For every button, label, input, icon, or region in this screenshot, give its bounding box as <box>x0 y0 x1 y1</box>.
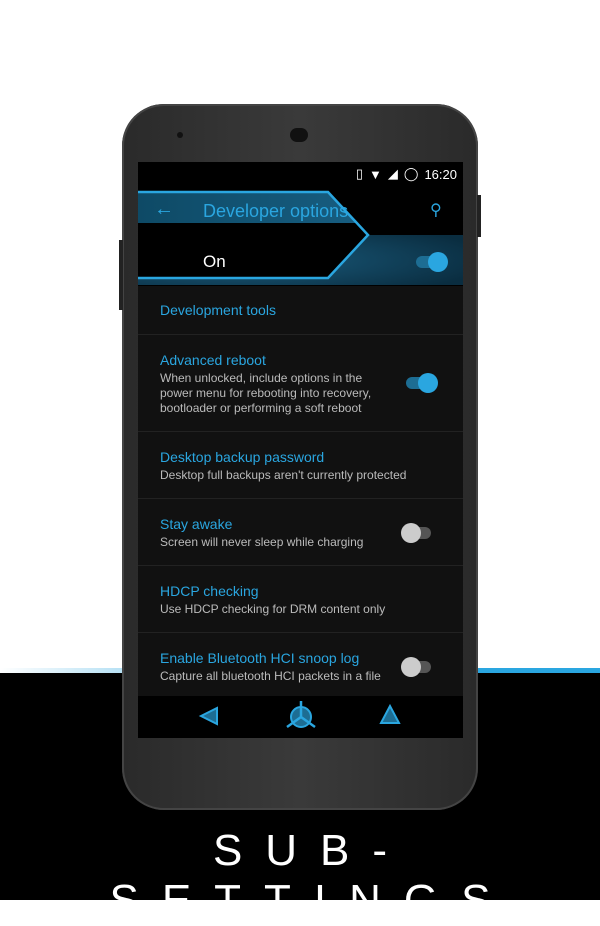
wifi-icon: ▼ <box>369 166 382 182</box>
signal-icon: ◢ <box>387 166 398 181</box>
status-bar: ▯ ▼ ◢ ◯ 16:20 <box>138 162 463 186</box>
list-item[interactable]: Stay awake Screen will never sleep while… <box>138 499 463 566</box>
vibrate-icon: ▯ <box>355 166 364 181</box>
power-button <box>477 195 481 237</box>
item-summary: When unlocked, include options in the po… <box>160 371 372 415</box>
item-summary: Use HDCP checking for DRM content only <box>160 602 386 616</box>
item-summary: Desktop full backups aren't currently pr… <box>160 468 407 482</box>
settings-list: Development tools Advanced reboot When u… <box>138 286 463 700</box>
search-icon[interactable]: ⚲ <box>430 200 442 220</box>
battery-icon: ◯ <box>403 166 419 181</box>
volume-button <box>119 240 123 310</box>
nav-home-icon[interactable] <box>286 701 316 729</box>
item-title: HDCP checking <box>160 583 259 599</box>
item-summary: Screen will never sleep while charging <box>160 535 364 549</box>
item-title: Advanced reboot <box>160 352 266 368</box>
list-item[interactable]: Enable Bluetooth HCI snoop log Capture a… <box>138 633 463 700</box>
stay-awake-switch[interactable] <box>401 523 431 543</box>
item-title: Development tools <box>160 302 276 318</box>
bt-snoop-switch[interactable] <box>401 657 431 677</box>
list-item[interactable]: Desktop backup password Desktop full bac… <box>138 432 463 499</box>
page-title: Developer options <box>203 201 349 221</box>
master-switch-label: On <box>203 252 226 271</box>
speaker <box>290 128 308 142</box>
advanced-reboot-switch[interactable] <box>406 373 438 393</box>
item-title: Desktop backup password <box>160 449 325 465</box>
camera <box>177 132 183 138</box>
list-item[interactable]: Development tools <box>138 286 463 335</box>
navigation-bar <box>138 696 463 738</box>
master-switch[interactable] <box>416 252 448 272</box>
item-title: Enable Bluetooth HCI snoop log <box>160 650 360 666</box>
screen: ▯ ▼ ◢ ◯ 16:20 ← Developer options ⚲ On D… <box>138 162 463 738</box>
app-bar: ← Developer options ⚲ On <box>138 186 463 286</box>
caption: SUB-SETTINGS <box>109 826 514 925</box>
list-item[interactable]: Advanced reboot When unlocked, include o… <box>138 335 463 432</box>
item-title: Stay awake <box>160 516 233 532</box>
clock: 16:20 <box>424 166 457 182</box>
item-summary: Capture all bluetooth HCI packets in a f… <box>160 669 381 683</box>
nav-back-icon[interactable] <box>198 706 218 726</box>
back-arrow-icon[interactable]: ← <box>154 198 174 221</box>
list-item[interactable]: HDCP checking Use HDCP checking for DRM … <box>138 566 463 633</box>
nav-recents-icon[interactable] <box>379 703 401 724</box>
